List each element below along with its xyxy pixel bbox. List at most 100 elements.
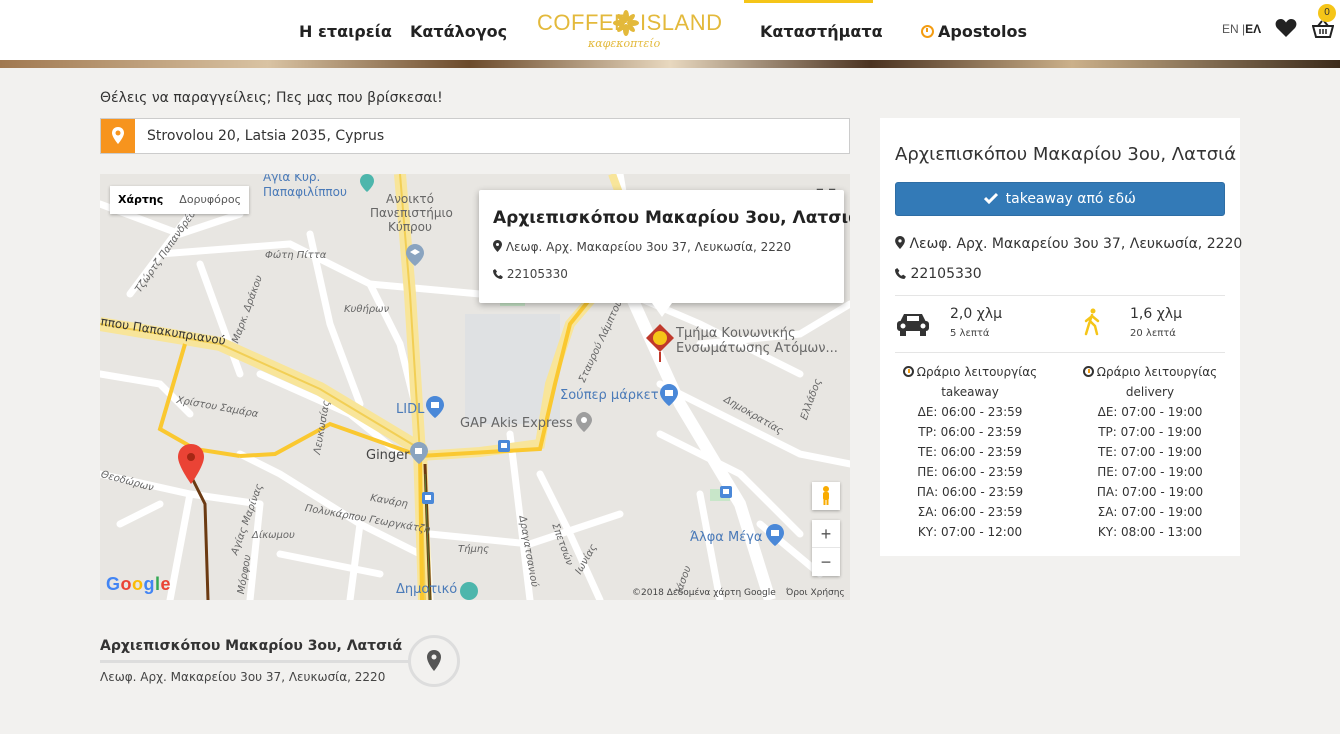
clock-icon: [921, 25, 934, 38]
takeaway-button-label: takeaway από εδώ: [1005, 191, 1136, 207]
hours-row: ΠΕ: 07:00 - 19:00: [1097, 465, 1203, 479]
delivery-hours-title-text: Ωράριο λειτουργίας: [1096, 365, 1218, 379]
nav-stores[interactable]: Καταστήματα: [760, 22, 883, 41]
map-info-window: Αρχιεπισκόπου Μακαρίου 3ου, Λατσιά Λεωφ.…: [479, 190, 850, 317]
shopping-pin-icon[interactable]: [660, 384, 678, 406]
zoom-out-button[interactable]: −: [812, 548, 840, 576]
basket-icon[interactable]: [1312, 20, 1334, 38]
walk-distance-value: 1,6 χλμ: [1130, 306, 1182, 322]
street-label: Τήμης: [458, 544, 490, 555]
street-label: Κυθήρων: [344, 304, 390, 315]
bus-stop-icon[interactable]: [720, 486, 732, 498]
takeaway-button[interactable]: takeaway από εδώ: [895, 182, 1225, 216]
hours-row: ΤΕ: 06:00 - 23:59: [918, 445, 1022, 459]
place-pin-icon[interactable]: [576, 412, 592, 432]
nav-catalog[interactable]: Κατάλογος: [410, 22, 507, 41]
poi-tmima-line: Τμήμα Κοινωνικής: [676, 326, 796, 341]
hours-row: ΤΡ: 06:00 - 23:59: [918, 425, 1022, 439]
poi-university[interactable]: Ανοικτό Πανεπιστήμιο Κύπρου: [370, 192, 453, 234]
store-list-pin-button[interactable]: [408, 635, 460, 687]
info-window-address: Λεωφ. Αρχ. Μακαρείου 3ου 37, Λευκωσία, 2…: [493, 240, 791, 254]
park-pin-icon[interactable]: [460, 582, 478, 600]
google-map[interactable]: Τζώρτζ Παπανδρέου Φώτη Πίττα Μαρκ. Δράκο…: [100, 174, 850, 600]
takeaway-hours-title-text: Ωράριο λειτουργίας: [916, 365, 1038, 379]
delivery-hours-subtitle: delivery: [1125, 385, 1175, 399]
hours-row: ΤΕ: 07:00 - 19:00: [1098, 445, 1202, 459]
store-phone-text: 22105330: [910, 266, 982, 282]
hours-row: ΔΕ: 06:00 - 23:59: [917, 405, 1023, 419]
location-pin-icon: [101, 119, 135, 153]
coffee-island-logo[interactable]: COFFEE ISLAND καφεκοπτείο: [536, 10, 722, 52]
shopping-pin-icon[interactable]: [426, 396, 444, 418]
street-label: Δίκωμου: [252, 530, 295, 541]
store-phone: 22105330: [895, 266, 982, 282]
map-marker-icon: [895, 236, 905, 249]
map-marker-icon: [427, 650, 441, 671]
logo-flower-icon: [613, 10, 639, 36]
street-view-pegman-icon[interactable]: [812, 482, 840, 510]
address-search-input[interactable]: Strovolou 20, Latsia 2035, Cyprus: [100, 118, 850, 154]
poi-ginger[interactable]: Ginger: [366, 448, 410, 463]
map-type-map-button[interactable]: Χάρτης: [110, 186, 171, 214]
top-navigation: Η εταιρεία Κατάλογος COFFEE ISLAND καφεκ…: [0, 0, 1340, 60]
shopping-pin-icon[interactable]: [766, 524, 784, 546]
store-list-item-name[interactable]: Αρχιεπισκόπου Μακαρίου 3ου, Λατσιά: [100, 638, 402, 654]
check-icon: [984, 192, 999, 205]
bus-stop-icon[interactable]: [422, 492, 434, 504]
info-window-phone: 22105330: [493, 267, 568, 281]
store-title: Αρχιεπισκόπου Μακαρίου 3ου, Λατσιά: [895, 144, 1237, 165]
clock-icon: [902, 366, 914, 377]
poi-university-line: Ανοικτό: [386, 192, 434, 206]
nav-company[interactable]: Η εταιρεία: [299, 22, 392, 41]
car-icon: [897, 314, 929, 336]
language-switcher: EN |ΕΛ: [1222, 22, 1261, 36]
info-window-phone-text: 22105330: [506, 267, 568, 281]
poi-tmima-line: Ενσωμάτωσης Ατόμων...: [676, 341, 838, 356]
store-list-item-address: Λεωφ. Αρχ. Μακαρείου 3ου 37, Λευκωσία, 2…: [100, 670, 386, 684]
header-banner-image: [0, 60, 1340, 68]
lang-en[interactable]: EN: [1222, 22, 1239, 36]
active-tab-indicator: [744, 0, 873, 3]
google-logo: Google: [106, 574, 172, 594]
street-label: Φώτη Πίττα: [265, 250, 327, 261]
poi-university-line: Πανεπιστήμιο: [370, 206, 453, 220]
clock-icon: [1082, 366, 1094, 377]
poi-dimotiko[interactable]: Δημοτικό: [396, 582, 457, 597]
walk-distance: 1,6 χλμ 20 λεπτά: [1130, 306, 1182, 339]
poi-lidl[interactable]: LIDL: [396, 402, 424, 417]
hours-row: ΣΑ: 06:00 - 23:59: [917, 505, 1023, 519]
place-pin-icon[interactable]: [360, 174, 374, 192]
cafe-pin-icon[interactable]: [410, 442, 428, 464]
poi-tmima[interactable]: Τμήμα Κοινωνικής Ενσωμάτωσης Ατόμων...: [676, 326, 838, 356]
phone-icon: [493, 269, 503, 279]
nav-user[interactable]: Apostolos: [921, 22, 1027, 41]
phone-icon: [895, 268, 906, 279]
school-pin-icon[interactable]: [406, 244, 424, 266]
store-marker-icon[interactable]: [646, 324, 674, 364]
map-terms-link[interactable]: Όροι Χρήσης: [786, 588, 845, 598]
car-distance-value: 2,0 χλμ: [950, 306, 1002, 322]
user-location-marker-icon[interactable]: [178, 444, 204, 484]
logo-subtitle: καφεκοπτείο: [588, 37, 661, 50]
heart-icon[interactable]: [1275, 18, 1297, 38]
poi-alfa-mega[interactable]: Άλφα Μέγα: [690, 530, 762, 545]
hours-row: ΠΕ: 06:00 - 23:59: [917, 465, 1023, 479]
car-time: 5 λεπτά: [950, 328, 990, 339]
takeaway-hours-title: Ωράριο λειτουργίας: [890, 362, 1050, 382]
bus-stop-icon[interactable]: [498, 440, 510, 452]
info-window-address-text: Λεωφ. Αρχ. Μακαρείου 3ου 37, Λευκωσία, 2…: [505, 240, 792, 254]
poi-gap[interactable]: GAP Akis Express: [460, 416, 573, 431]
info-window-title: Αρχιεπισκόπου Μακαρίου 3ου, Λατσιά: [493, 208, 850, 228]
zoom-control: + −: [812, 520, 840, 576]
takeaway-hours-subtitle: takeaway: [941, 385, 999, 399]
map-type-control: Χάρτης Δορυφόρος: [110, 186, 250, 214]
store-address-text: Λεωφ. Αρχ. Μακαρείου 3ου 37, Λευκωσία, 2…: [909, 236, 1243, 252]
logo-text-right: ISLAND: [640, 10, 723, 35]
poi-supermarket[interactable]: Σούπερ μάρκετ: [560, 388, 659, 403]
map-type-satellite-button[interactable]: Δορυφόρος: [171, 186, 249, 214]
order-prompt: Θέλεις να παραγγείλεις; Πες μας που βρίσ…: [100, 90, 443, 106]
walking-icon: [1084, 308, 1100, 336]
lang-el[interactable]: ΕΛ: [1245, 22, 1261, 36]
store-details-panel: Αρχιεπισκόπου Μακαρίου 3ου, Λατσιά takea…: [880, 118, 1243, 556]
zoom-in-button[interactable]: +: [812, 520, 840, 548]
